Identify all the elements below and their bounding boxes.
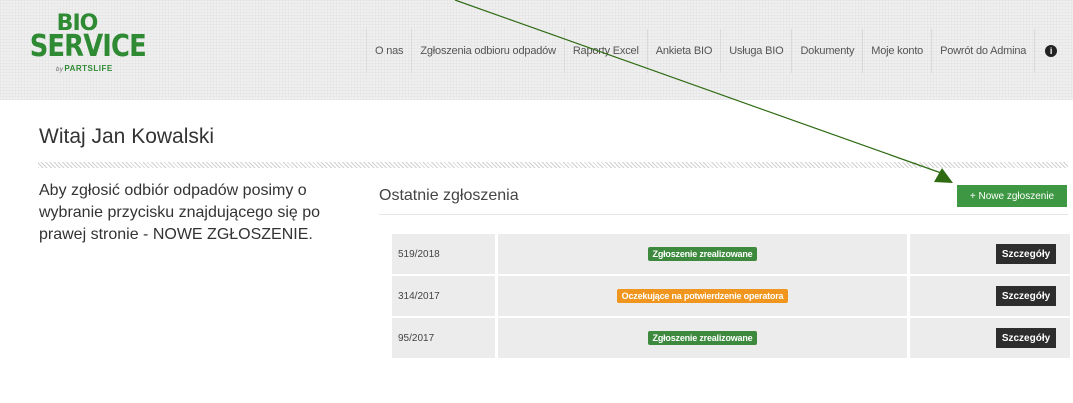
request-number: 519/2018 bbox=[392, 234, 495, 274]
table-row: 519/2018 Zgłoszenie zrealizowane Szczegó… bbox=[392, 234, 1070, 274]
status-badge: Oczekujące na potwierdzenie operatora bbox=[616, 289, 789, 303]
logo-brand-name: PARTSLIFE bbox=[64, 64, 113, 73]
logo[interactable]: BIO SERVICE byPARTSLIFE bbox=[22, 12, 147, 76]
details-button[interactable]: Szczegóły bbox=[996, 328, 1056, 348]
nav-item-moje-konto[interactable]: Moje konto bbox=[863, 29, 933, 73]
action-cell: Szczegóły bbox=[910, 318, 1070, 358]
nav-item-usluga[interactable]: Usługa BIO bbox=[721, 29, 793, 73]
status-badge: Zgłoszenie zrealizowane bbox=[647, 331, 758, 345]
request-number: 314/2017 bbox=[392, 276, 495, 316]
new-request-button[interactable]: + Nowe zgłoszenie bbox=[957, 185, 1067, 207]
requests-table: 519/2018 Zgłoszenie zrealizowane Szczegó… bbox=[392, 234, 1070, 360]
request-number: 95/2017 bbox=[392, 318, 495, 358]
intro-text: Aby zgłosić odbiór odpadów posimy o wybr… bbox=[39, 182, 321, 243]
logo-line2: SERVICE bbox=[29, 29, 147, 64]
title-divider bbox=[38, 162, 1068, 168]
status-cell: Zgłoszenie zrealizowane bbox=[498, 234, 907, 274]
nav-item-raporty[interactable]: Raporty Excel bbox=[565, 29, 648, 73]
main-nav: O nas Zgłoszenia odbioru odpadów Raporty… bbox=[366, 29, 1058, 73]
details-button[interactable]: Szczegóły bbox=[996, 286, 1056, 306]
nav-item-o-nas[interactable]: O nas bbox=[367, 29, 413, 73]
logo-by: by bbox=[56, 67, 64, 73]
status-badge: Zgłoszenie zrealizowane bbox=[647, 247, 758, 261]
status-cell: Zgłoszenie zrealizowane bbox=[498, 318, 907, 358]
page-title: Witaj Jan Kowalski bbox=[39, 125, 215, 148]
recent-requests-title: Ostatnie zgłoszenia bbox=[379, 187, 519, 204]
recent-requests-rule bbox=[379, 214, 1068, 215]
action-cell: Szczegóły bbox=[910, 276, 1070, 316]
info-icon[interactable]: i bbox=[1045, 45, 1058, 57]
table-row: 95/2017 Zgłoszenie zrealizowane Szczegół… bbox=[392, 318, 1070, 358]
details-button[interactable]: Szczegóły bbox=[996, 244, 1056, 264]
nav-item-powrot-admin[interactable]: Powrót do Admina bbox=[932, 29, 1036, 73]
annotation-arrow-head bbox=[934, 168, 953, 183]
logo-brand: byPARTSLIFE bbox=[56, 64, 113, 73]
header: BIO SERVICE byPARTSLIFE O nas Zgłoszenia… bbox=[0, 0, 1073, 100]
action-cell: Szczegóły bbox=[910, 234, 1070, 274]
nav-item-zgloszenia[interactable]: Zgłoszenia odbioru odpadów bbox=[412, 29, 565, 73]
nav-item-dokumenty[interactable]: Dokumenty bbox=[792, 29, 864, 73]
nav-item-ankieta[interactable]: Ankieta BIO bbox=[648, 29, 722, 73]
table-row: 314/2017 Oczekujące na potwierdzenie ope… bbox=[392, 276, 1070, 316]
status-cell: Oczekujące na potwierdzenie operatora bbox=[498, 276, 907, 316]
